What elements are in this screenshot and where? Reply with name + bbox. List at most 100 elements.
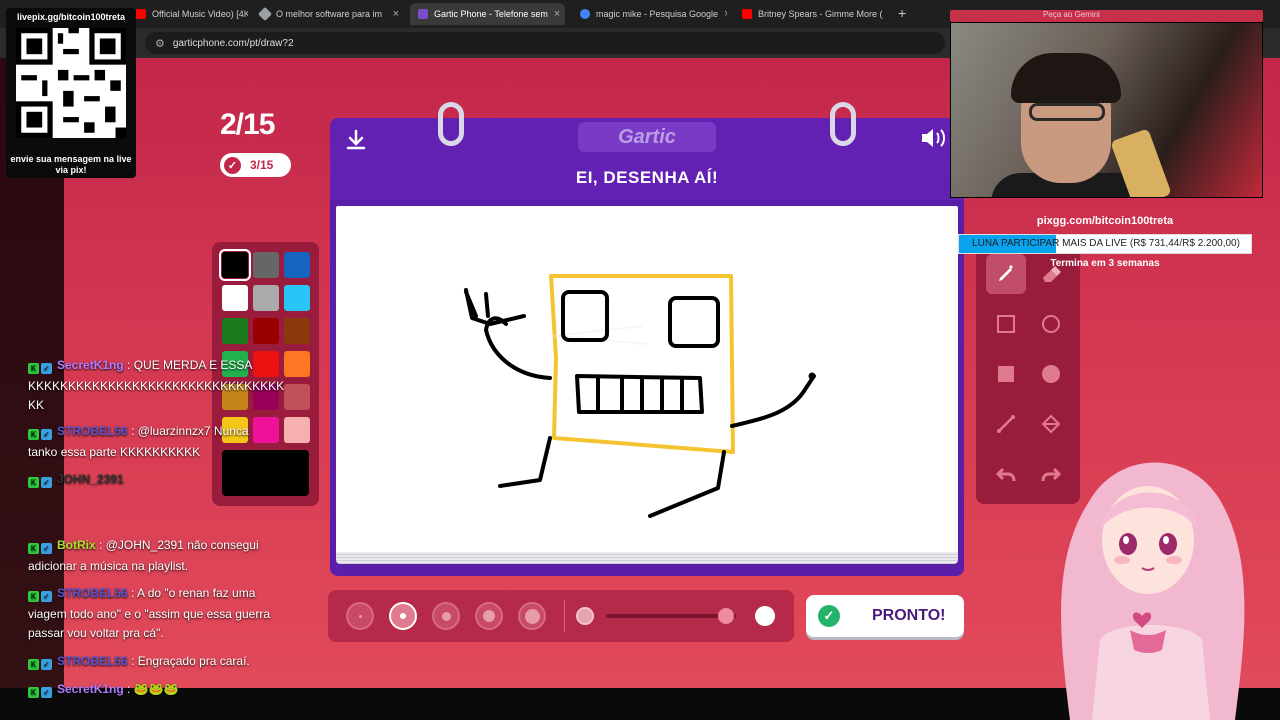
color-swatch[interactable] [284,285,310,311]
undo-icon [995,467,1016,482]
chat-badges: K ✓ [28,538,54,557]
browser-tab[interactable]: O melhor software para im × [252,3,407,25]
close-icon[interactable]: × [883,8,890,20]
color-swatch[interactable] [253,318,279,344]
color-swatch[interactable] [253,252,279,278]
webcam-feed [950,22,1263,198]
check-icon: ✓ [224,156,241,174]
color-swatch[interactable] [219,249,251,281]
tool-button[interactable] [986,404,1026,444]
opacity-slider-knob[interactable] [717,608,734,624]
color-swatch[interactable] [222,318,248,344]
kick-badge-icon: K [28,477,39,488]
brush-size-panel [328,590,794,642]
color-swatch[interactable] [222,285,248,311]
tool-button[interactable] [1031,404,1071,444]
chat-username[interactable]: BotRix [57,538,96,552]
chat-message: K ✓ STROBEL56 : @luarzinnzx7 Nunca tanko e… [28,424,249,459]
players-done-badge: ✓ 3/15 [220,153,291,177]
brush-size-button[interactable] [432,602,460,630]
check-icon: ✓ [818,605,840,627]
verified-badge-icon: ✓ [41,429,52,440]
verified-badge-icon: ✓ [41,591,52,602]
stream-screen: Official Music Video) [4K × O melhor sof… [0,0,1280,720]
binder-ring [438,102,464,146]
divider [564,600,565,632]
gartic-icon [418,9,428,19]
chat-username[interactable]: SecretK1ng [57,358,124,372]
donation-goal-bar: LUNA PARTICIPAR MAIS DA LIVE (R$ 731,44/… [958,234,1252,254]
close-icon[interactable]: × [548,8,560,20]
chat-username[interactable]: STROBEL56 [57,654,128,668]
qr-code [16,28,126,138]
site-settings-icon[interactable]: ⚙ [155,37,165,50]
chat-username[interactable]: JOHN_2391 [57,472,124,486]
color-swatch[interactable] [253,285,279,311]
chat-message: K ✓ SecretK1ng : 🐸🐸🐸 [28,680,179,701]
ellipse-outline-icon [1042,315,1060,333]
brush-size-button[interactable] [518,602,546,630]
pix-qr-overlay: livepix.gg/bitcoin100treta envie sua men… [6,8,136,178]
drawing-card: Gartic EI, DESENHA AÍ! [330,102,964,576]
pix-url: livepix.gg/bitcoin100treta [16,12,126,22]
gemini-label: Peça ao Gemini [1043,10,1100,19]
browser-tab[interactable]: Britney Spears - Gimme More ( × [734,3,889,25]
volume-icon[interactable] [920,126,948,150]
chat-message: K ✓ STROBEL56 : Engraçado pra caraí. [28,652,250,673]
color-swatch[interactable] [284,318,310,344]
tab-label: magic mike - Pesquisa Google [596,9,719,19]
tool-button[interactable] [986,454,1026,494]
opacity-slider[interactable] [606,614,736,618]
chat-badges: K ✓ [28,472,54,491]
rectangle-outline-icon [997,315,1015,333]
verified-badge-icon: ✓ [41,687,52,698]
verified-badge-icon: ✓ [41,659,52,670]
chat-badges: K ✓ [28,682,54,701]
tool-button[interactable] [986,354,1026,394]
browser-tab[interactable]: Official Music Video) [4K × [128,3,248,25]
chat-text: 🐸🐸🐸 [133,682,179,696]
players-done-count: 3/15 [250,158,274,172]
brush-size-button[interactable] [475,602,503,630]
kick-badge-icon: K [28,687,39,698]
round-counter: 2/15 [220,108,275,141]
youtube-icon [136,9,146,19]
streamer-hair [1011,53,1121,103]
tool-button[interactable] [1031,304,1071,344]
new-tab-button[interactable]: + [898,5,906,21]
color-swatch[interactable] [284,351,310,377]
chat-username[interactable]: STROBEL56 [57,586,128,600]
kick-badge-icon: K [28,543,39,554]
tool-button[interactable] [986,304,1026,344]
chat-badges: K ✓ [28,424,54,443]
close-icon[interactable]: × [718,8,727,20]
brush-size-dot [358,614,362,618]
url-text: garticphone.com/pt/draw?2 [172,37,294,49]
color-swatch[interactable] [284,417,310,443]
drawing-canvas[interactable] [336,206,958,554]
chat-message: K ✓ SecretK1ng : QUE MERDA E ESSA KKKKKKKK… [28,358,285,412]
binder-ring [830,102,856,146]
url-field[interactable]: ⚙ garticphone.com/pt/draw?2 [145,32,945,54]
tab-label: O melhor software para im [276,9,383,19]
download-icon[interactable] [344,128,368,152]
chat-badges: K ✓ [28,586,54,605]
chat-username[interactable]: SecretK1ng [57,682,124,696]
paper-edge [336,552,958,564]
verified-badge-icon: ✓ [41,543,52,554]
ready-button[interactable]: ✓ PRONTO! [806,595,964,637]
tool-button[interactable] [1031,354,1071,394]
browser-tab-active[interactable]: Gartic Phone - Telefone sem × [410,3,565,25]
ellipse-fill-icon [1042,365,1060,383]
brush-size-button[interactable] [346,602,374,630]
chat-username[interactable]: STROBEL56 [57,424,128,438]
close-icon[interactable]: × [387,8,399,20]
brush-size-button[interactable] [389,602,417,630]
color-swatch[interactable] [284,252,310,278]
browser-tab[interactable]: magic mike - Pesquisa Google × [572,3,727,25]
chat-badges: K ✓ [28,358,54,377]
donation-goal-deadline: Termina em 3 semanas [1050,258,1160,269]
kick-badge-icon: K [28,659,39,670]
color-swatch[interactable] [284,384,310,410]
drawing-strokes [464,274,816,518]
